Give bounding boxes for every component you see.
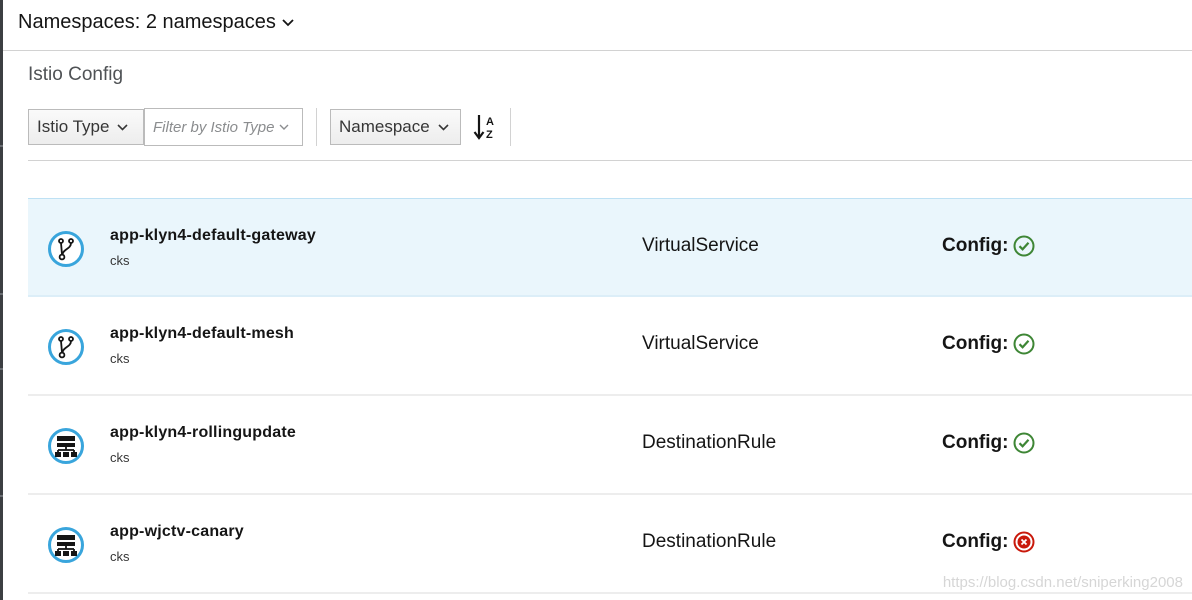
config-status-label: Config: (942, 531, 1009, 552)
sort-field-dropdown[interactable]: Namespace (330, 109, 461, 145)
sort-field-label: Namespace (339, 117, 430, 136)
list-item[interactable]: app-klyn4-default-gateway cks VirtualSer… (28, 198, 1192, 297)
config-namespace: cks (110, 351, 130, 366)
config-status: Config: (942, 432, 1035, 454)
error-circle-icon (1013, 531, 1035, 553)
config-status: Config: (942, 531, 1035, 553)
watermark: https://blog.csdn.net/sniperking2008 (942, 574, 1183, 591)
config-list: app-klyn4-default-gateway cks VirtualSer… (28, 198, 1192, 594)
list-item[interactable]: app-klyn4-rollingupdate cks DestinationR… (28, 396, 1192, 495)
config-status: Config: (942, 235, 1035, 257)
filter-type-dropdown[interactable]: Istio Type (28, 109, 144, 145)
left-nav-edge (0, 0, 3, 600)
config-name[interactable]: app-klyn4-rollingupdate (110, 424, 296, 442)
list-item[interactable]: app-klyn4-default-mesh cks VirtualServic… (28, 297, 1192, 396)
filter-placeholder: Filter by Istio Type (153, 118, 275, 136)
destination-rule-icon (47, 427, 85, 465)
svg-text:A: A (486, 116, 494, 128)
toolbar-divider (510, 108, 511, 146)
toolbar-divider (316, 108, 317, 146)
config-namespace: cks (110, 253, 130, 268)
filter-istio-type-select[interactable]: Filter by Istio Type (144, 108, 303, 146)
namespace-selector[interactable]: Namespaces: 2 namespaces (18, 11, 294, 34)
config-namespace: cks (110, 450, 130, 465)
config-type: DestinationRule (642, 531, 777, 552)
check-circle-icon (1013, 235, 1035, 257)
check-circle-icon (1013, 432, 1035, 454)
chevron-down-icon (282, 18, 294, 27)
destination-rule-icon (47, 526, 85, 564)
config-status: Config: (942, 333, 1035, 355)
config-status-label: Config: (942, 333, 1009, 354)
virtual-service-icon (47, 328, 85, 366)
config-type: VirtualService (642, 235, 759, 256)
config-name[interactable]: app-klyn4-default-mesh (110, 325, 294, 343)
virtual-service-icon (47, 230, 85, 268)
config-type: VirtualService (642, 333, 759, 354)
chevron-down-icon (279, 124, 289, 130)
config-status-label: Config: (942, 235, 1009, 256)
chevron-down-icon (438, 123, 449, 131)
svg-text:Z: Z (486, 129, 493, 141)
check-circle-icon (1013, 333, 1035, 355)
config-name[interactable]: app-wjctv-canary (110, 523, 244, 541)
namespace-selector-label: Namespaces: 2 namespaces (18, 11, 276, 33)
config-namespace: cks (110, 549, 130, 564)
page-title: Istio Config (28, 64, 124, 85)
chevron-down-icon (117, 123, 129, 131)
sort-direction-button[interactable]: A Z (473, 110, 501, 144)
toolbar-rule (28, 160, 1192, 161)
istio-config-page: Namespaces: 2 namespaces Istio Config Is… (0, 0, 1192, 600)
filter-type-label: Istio Type (37, 117, 110, 136)
config-type: DestinationRule (642, 432, 777, 453)
sort-alpha-asc-icon: A Z (473, 115, 494, 141)
config-status-label: Config: (942, 432, 1009, 453)
namespace-bar: Namespaces: 2 namespaces (3, 0, 1192, 51)
config-name[interactable]: app-klyn4-default-gateway (110, 227, 316, 245)
